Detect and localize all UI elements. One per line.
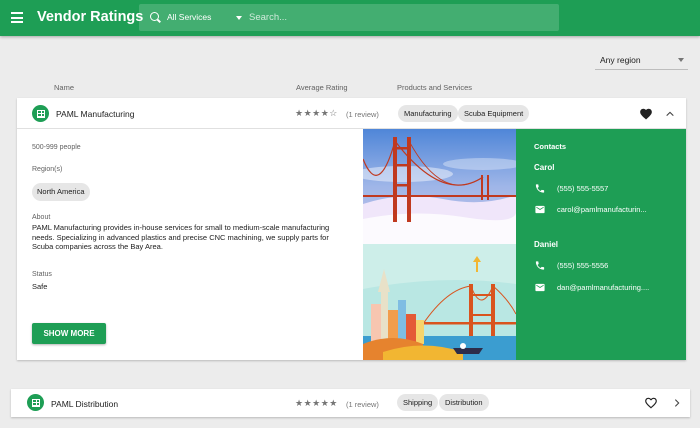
status-label: Status <box>32 271 52 278</box>
about-label: About <box>32 214 51 221</box>
status-value: Safe <box>32 282 48 291</box>
contact-phone-text: (555) 555-5557 <box>557 184 609 193</box>
contact-name: Daniel <box>534 240 559 249</box>
app-bar: Vendor Ratings All Services <box>0 0 700 36</box>
email-icon <box>535 283 545 292</box>
chevron-up-icon[interactable] <box>665 109 675 119</box>
show-more-button[interactable]: SHOW MORE <box>32 323 106 344</box>
caret-down-icon <box>678 58 684 62</box>
search-icon[interactable] <box>150 12 159 21</box>
column-header-rating: Average Rating <box>296 83 348 92</box>
service-chip: Shipping <box>397 394 439 411</box>
contact-email-text: carol@pamlmanufacturin... <box>557 205 647 214</box>
column-header-name: Name <box>54 83 75 92</box>
star-rating: ★★★★★ <box>295 398 338 408</box>
star-rating: ★★★★☆ <box>295 108 338 118</box>
contact-email-text: dan@pamlmanufacturing.... <box>557 283 650 292</box>
city-illustration <box>363 244 516 360</box>
search-bar: All Services <box>139 4 559 31</box>
favorite-heart-outline-icon[interactable] <box>644 396 658 410</box>
service-chip: Distribution <box>439 394 489 411</box>
phone-icon <box>535 184 545 193</box>
menu-icon[interactable] <box>11 12 23 23</box>
region-label: Region(s) <box>32 166 63 173</box>
vendor-name: PAML Manufacturing <box>56 109 135 119</box>
search-scope-select[interactable]: All Services <box>167 12 211 22</box>
vendor-card-header[interactable]: PAML Manufacturing ★★★★☆ (1 review) Manu… <box>17 98 686 129</box>
email-icon <box>535 205 545 214</box>
phone-icon <box>535 261 545 270</box>
region-chip: North America <box>32 183 90 201</box>
bridge-photo <box>363 129 516 244</box>
contact-phone-text: (555) 555-5556 <box>557 261 609 270</box>
region-select-value: Any region <box>600 55 641 65</box>
company-size: 500-999 people <box>32 144 81 151</box>
vendor-name: PAML Distribution <box>51 399 119 409</box>
vendor-details: 500-999 people Region(s) North America A… <box>17 129 363 360</box>
contacts-panel: Contacts Carol (555) 555-5557 carol@paml… <box>516 129 686 360</box>
service-chip: Scuba Equipment <box>458 105 530 122</box>
caret-down-icon[interactable] <box>236 16 242 20</box>
vendor-card-header[interactable]: PAML Distribution ★★★★★ (1 review) Shipp… <box>11 389 690 417</box>
review-count: (1 review) <box>346 400 379 409</box>
contacts-title: Contacts <box>534 142 567 151</box>
contact-name: Carol <box>534 163 555 172</box>
about-text: PAML Manufacturing provides in-house ser… <box>32 223 330 251</box>
service-chip: Manufacturing <box>398 105 458 122</box>
building-icon <box>27 394 44 411</box>
app-title: Vendor Ratings <box>37 9 144 25</box>
chevron-right-icon[interactable] <box>672 398 682 408</box>
vendor-card[interactable]: PAML Distribution ★★★★★ (1 review) Shipp… <box>11 389 690 417</box>
column-header-products: Products and Services <box>397 83 473 92</box>
building-icon <box>32 105 49 122</box>
region-select[interactable]: Any region <box>595 50 688 70</box>
vendor-card: PAML Manufacturing ★★★★☆ (1 review) Manu… <box>17 98 686 360</box>
search-input[interactable] <box>249 8 549 27</box>
favorite-heart-icon[interactable] <box>639 107 653 121</box>
review-count: (1 review) <box>346 110 379 119</box>
